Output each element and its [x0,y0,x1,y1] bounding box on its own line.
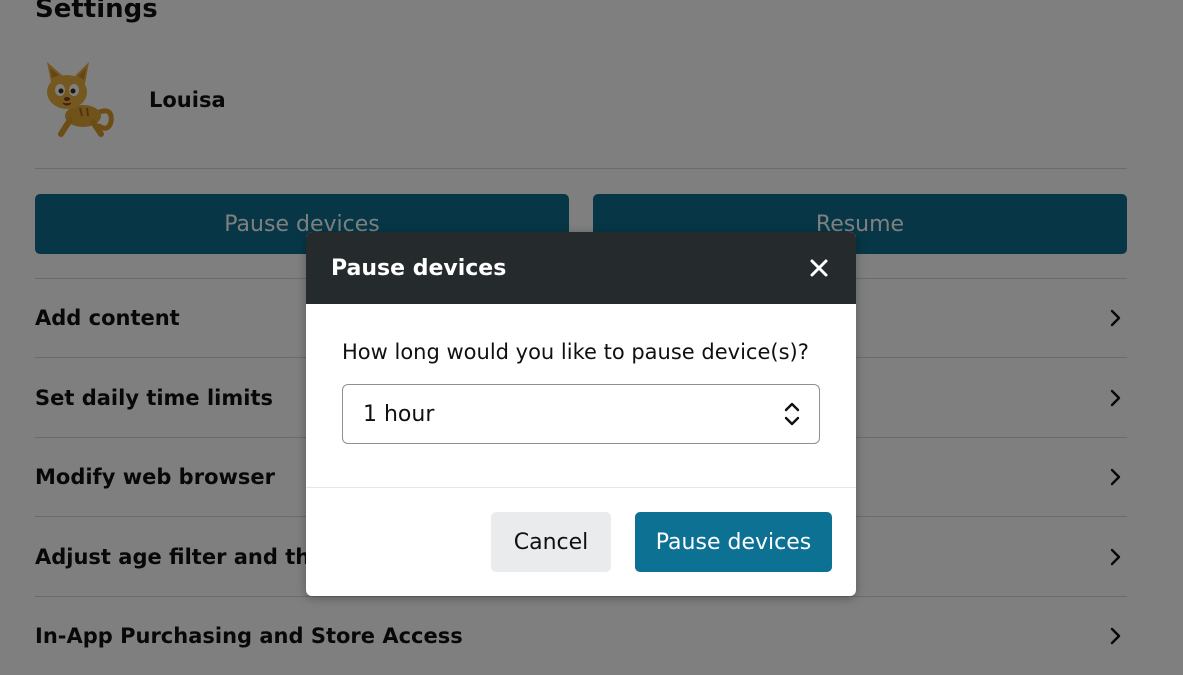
cancel-button[interactable]: Cancel [491,512,611,572]
up-down-chevron-icon [784,402,800,426]
pause-devices-dialog: Pause devices How long would you like to… [306,232,856,596]
pause-duration-select[interactable]: 1 hour [342,384,820,444]
dialog-title: Pause devices [331,255,507,281]
dialog-header: Pause devices [306,232,856,304]
dialog-question: How long would you like to pause device(… [342,340,809,364]
confirm-pause-devices-button[interactable]: Pause devices [635,512,832,572]
dialog-footer: Cancel Pause devices [306,488,856,596]
select-value: 1 hour [363,401,435,427]
close-button[interactable] [806,255,832,281]
dialog-body: How long would you like to pause device(… [306,304,856,488]
close-icon [810,259,828,277]
